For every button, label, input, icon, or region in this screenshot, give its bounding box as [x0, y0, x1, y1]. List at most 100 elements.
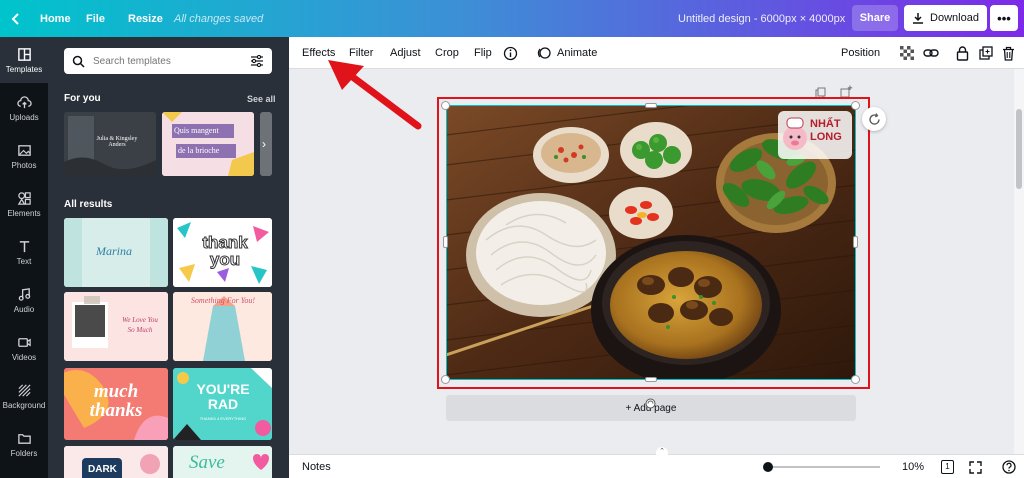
folder-icon — [17, 433, 31, 444]
canvas-scrollbar[interactable] — [1014, 69, 1024, 454]
rail-label: Elements — [7, 208, 41, 218]
chevron-right-icon[interactable]: › — [262, 137, 266, 151]
file-menu[interactable]: File — [86, 0, 105, 37]
rail-item-audio[interactable]: Audio — [0, 277, 48, 323]
template-thumb[interactable]: Quis mangent de la brioche — [162, 112, 254, 176]
rail-item-videos[interactable]: Videos — [0, 325, 48, 371]
rotate-button[interactable] — [862, 107, 886, 131]
resize-handle[interactable] — [645, 103, 657, 108]
resize-button[interactable]: Resize — [128, 0, 163, 37]
position-button[interactable]: Position — [841, 37, 880, 69]
upload-icon — [16, 95, 32, 108]
animate-label: Animate — [557, 47, 598, 59]
template-thumb-text: Something For You! — [190, 296, 256, 305]
help-icon[interactable] — [1002, 460, 1016, 474]
search-input[interactable] — [93, 55, 242, 67]
template-thumb[interactable]: Marina — [64, 218, 168, 287]
elements-icon — [17, 191, 31, 205]
see-all-link[interactable]: See all — [247, 94, 276, 104]
info-icon — [503, 46, 518, 60]
template-thumb-text: Marina — [96, 244, 132, 258]
template-thumb-text: thank you — [202, 233, 248, 269]
rail-item-templates[interactable]: Templates — [0, 37, 48, 83]
filter-sliders-icon[interactable] — [250, 55, 264, 67]
template-thumb-text: much thanks — [89, 381, 143, 421]
video-icon — [17, 337, 31, 347]
delete-button[interactable] — [1002, 37, 1015, 69]
home-button[interactable]: Home — [10, 0, 71, 37]
template-thumb[interactable]: Save — [173, 446, 272, 478]
rail-item-text[interactable]: Text — [0, 229, 48, 275]
rail-item-folders[interactable]: Folders — [0, 421, 48, 467]
resize-handle[interactable] — [645, 377, 657, 382]
page-count: 1 — [945, 462, 950, 471]
search-icon — [72, 55, 85, 68]
rail-label: Templates — [5, 64, 43, 74]
share-button[interactable]: Share — [852, 5, 898, 31]
rail-label: Photos — [11, 160, 37, 170]
chevron-up-icon[interactable]: ⌃ — [656, 447, 668, 455]
page-count-button[interactable]: 1 — [941, 460, 954, 474]
resize-handle[interactable] — [851, 101, 860, 110]
more-options-button[interactable]: ••• — [990, 5, 1018, 31]
resize-handle[interactable] — [443, 236, 448, 248]
template-thumb-text: YOU'RE — [196, 381, 250, 397]
photos-icon — [17, 144, 31, 156]
rail-label: Text — [16, 256, 32, 266]
resize-handle[interactable] — [441, 375, 450, 384]
crop-button[interactable]: Crop — [435, 37, 459, 69]
template-thumb-text: Julia & Kingsley Anders — [96, 136, 138, 148]
template-thumb-text: RAD — [207, 396, 239, 412]
resize-handle[interactable] — [851, 375, 860, 384]
animate-button[interactable]: Animate — [537, 37, 597, 69]
lock-button[interactable] — [956, 37, 969, 69]
template-search[interactable] — [64, 48, 272, 74]
rotate-icon — [868, 112, 880, 125]
rail-item-uploads[interactable]: Uploads — [0, 85, 48, 131]
zoom-value[interactable]: 10% — [902, 461, 924, 473]
rail-item-photos[interactable]: Photos — [0, 133, 48, 179]
template-thumb[interactable]: much thanks — [64, 368, 168, 440]
template-thumb[interactable]: thank you — [173, 218, 272, 287]
all-results-heading: All results — [64, 199, 113, 210]
rail-label: Uploads — [9, 112, 39, 122]
transparency-button[interactable] — [900, 37, 914, 69]
templates-icon — [17, 47, 31, 61]
template-thumb[interactable]: We Love You So Much — [64, 292, 168, 361]
annotation-arrow — [328, 60, 422, 130]
rail-item-background[interactable]: Background — [0, 373, 48, 419]
link-icon — [923, 49, 939, 57]
music-icon — [18, 287, 30, 301]
flip-button[interactable]: Flip — [474, 37, 492, 69]
rail-item-elements[interactable]: Elements — [0, 181, 48, 227]
notes-button[interactable]: Notes — [302, 461, 331, 473]
fullscreen-icon[interactable] — [969, 461, 982, 474]
info-button[interactable] — [503, 37, 518, 69]
link-button[interactable] — [923, 37, 939, 69]
rotate-small-icon[interactable] — [645, 398, 656, 409]
text-icon — [19, 240, 29, 252]
zoom-slider-knob[interactable] — [763, 462, 773, 472]
scrollbar-thumb[interactable] — [1016, 109, 1022, 189]
template-thumb[interactable]: Something For You! — [173, 292, 272, 361]
template-thumb-text: We Love You — [122, 316, 158, 324]
zoom-slider[interactable] — [763, 462, 880, 472]
animate-icon — [537, 47, 551, 59]
home-label: Home — [40, 12, 71, 25]
rail-label: Background — [2, 400, 46, 410]
resize-handle[interactable] — [441, 101, 450, 110]
template-thumb[interactable]: YOU'RE RAD THANKS 4 EVERYTHING — [173, 368, 272, 440]
rail-label: Folders — [10, 448, 38, 458]
trash-icon — [1003, 46, 1014, 61]
resize-handle[interactable] — [853, 236, 858, 248]
design-title[interactable]: Untitled design - 6000px × 4000px — [678, 0, 845, 37]
download-button[interactable]: Download — [904, 5, 987, 31]
chevron-left-icon — [11, 12, 19, 25]
template-thumb[interactable]: DARK — [64, 446, 168, 478]
download-label: Download — [930, 12, 979, 24]
top-bar: Home File Resize All changes saved Untit… — [0, 0, 1024, 37]
highlight-box — [437, 97, 870, 389]
template-thumb[interactable]: Julia & Kingsley Anders — [64, 112, 156, 176]
side-rail: Templates Uploads Photos Elements Text A… — [0, 37, 48, 478]
duplicate-button[interactable] — [979, 37, 993, 69]
